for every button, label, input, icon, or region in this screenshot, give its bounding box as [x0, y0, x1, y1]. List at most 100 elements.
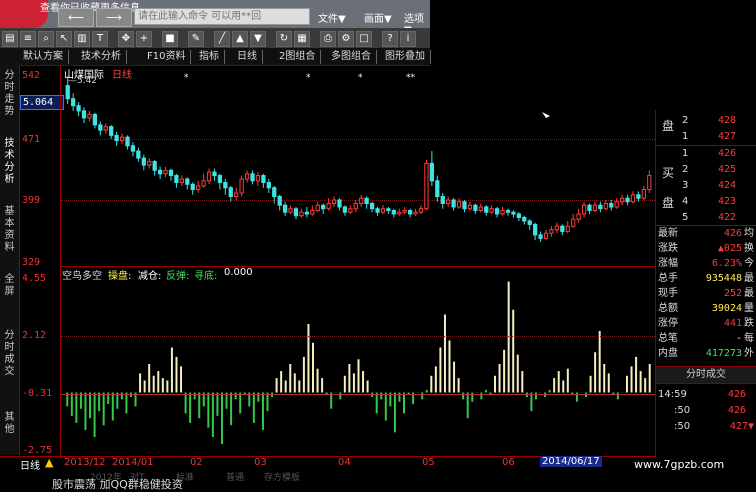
- candle-body: [630, 194, 636, 203]
- indicator-value: 0.000: [224, 267, 253, 278]
- candle-body: [446, 199, 451, 204]
- candle-body: [484, 206, 489, 213]
- quote-row-trades: 总笔 - 每: [658, 333, 754, 344]
- indicator-label-rebound: 反弹:: [166, 271, 190, 282]
- candle-body: [533, 223, 538, 236]
- buy-level-row[interactable]: 2 425: [658, 163, 754, 177]
- candle-body: [326, 202, 331, 210]
- candle-body: [310, 209, 315, 215]
- candle-body: [543, 232, 549, 239]
- candle-body: [261, 175, 266, 184]
- candle-body: [190, 183, 195, 191]
- candle-body: [255, 175, 261, 182]
- candle-body: [76, 105, 81, 112]
- candle-body: [375, 208, 380, 213]
- candle-body: [277, 196, 282, 206]
- candle-body: [217, 175, 223, 184]
- quote-row-change: 涨跌 ▲025 换: [658, 243, 754, 254]
- indicator-axis-label: 2.12: [22, 330, 47, 341]
- candle-body: [619, 197, 625, 203]
- indicator-label-reduce: 减仓:: [138, 271, 162, 282]
- candle-body: [299, 211, 304, 217]
- candle-body: [98, 124, 103, 131]
- candle-body: [494, 208, 500, 215]
- candle-body: [196, 185, 201, 191]
- kline-chart[interactable]: * * * **: [0, 0, 756, 487]
- candle-body: [244, 173, 250, 180]
- buy-level-row[interactable]: 1 426: [658, 147, 754, 161]
- candle-body: [527, 220, 532, 225]
- candle-body: [549, 229, 554, 234]
- candle-body: [500, 209, 505, 215]
- bottom-tab[interactable]: 存方模板: [264, 470, 300, 483]
- quote-row-inner: 内盘 417273 外: [658, 348, 754, 359]
- candle-body: [603, 202, 608, 210]
- time-label: 2013/12: [64, 457, 106, 468]
- candle-body: [337, 199, 342, 208]
- buy-level-row[interactable]: 3 424: [658, 179, 754, 193]
- news-ticker[interactable]: 股市震荡 加QQ群稳健投资: [52, 476, 183, 492]
- candle-body: [369, 202, 375, 210]
- candle-body: [418, 208, 424, 213]
- candle-body: [266, 182, 271, 189]
- grid-line: [61, 336, 655, 337]
- candle-body: [505, 209, 511, 213]
- quote-row-current-vol: 现手 252 最: [658, 288, 754, 299]
- indicator-label-trade: 操盘:: [108, 271, 132, 282]
- time-label: 02: [190, 457, 203, 468]
- candle-body: [136, 150, 141, 159]
- candle-body: [71, 98, 76, 107]
- tick-row: 14:59 426: [658, 389, 746, 400]
- candle-body: [239, 178, 244, 194]
- sell-level-row[interactable]: 1 427: [658, 130, 754, 144]
- candle-body: [168, 169, 174, 177]
- quote-row-volume: 总手 935448 最: [658, 273, 754, 284]
- candle-body: [511, 211, 516, 215]
- quote-row-amount: 总额 39024 量: [658, 303, 754, 314]
- candle-body: [451, 199, 456, 208]
- mouse-cursor-icon: [542, 112, 550, 118]
- candle-body: [272, 187, 277, 198]
- candle-body: [538, 234, 543, 239]
- candle-body: [413, 211, 418, 215]
- candle-body: [408, 209, 413, 215]
- bottom-tab[interactable]: 普通: [226, 470, 244, 483]
- candle-body: [152, 161, 157, 171]
- candle-body: [174, 175, 179, 184]
- candle-body: [130, 145, 136, 152]
- sell-level-row[interactable]: 2 428: [658, 114, 754, 128]
- candle-body: [315, 204, 320, 211]
- chart-marker: *: [358, 73, 363, 83]
- candle-body: [288, 208, 293, 213]
- time-label: 05: [422, 457, 435, 468]
- candle-body: [114, 134, 119, 142]
- buy-level-row[interactable]: 4 423: [658, 195, 754, 209]
- candle-body: [119, 136, 125, 142]
- candle-body: [467, 204, 473, 210]
- candle-body: [478, 206, 483, 211]
- candle-body: [609, 202, 614, 208]
- quote-row-pct: 涨幅 6.23% 今: [658, 258, 754, 269]
- quote-row-last: 最新 426 均: [658, 228, 754, 239]
- candle-body: [397, 211, 402, 215]
- candle-body: [163, 169, 168, 175]
- candle-body: [353, 202, 358, 210]
- crosshair-date: 2014/06/17: [540, 456, 602, 467]
- candle-body: [147, 161, 152, 166]
- candle-body: [359, 197, 364, 204]
- candle-body: [554, 225, 560, 231]
- candle-body: [250, 173, 255, 182]
- candle-body: [636, 194, 641, 199]
- candle-body: [592, 204, 598, 211]
- candle-body: [522, 216, 527, 222]
- candle-body: [402, 209, 407, 213]
- candle-body: [223, 182, 228, 189]
- time-label: 2014/01: [112, 457, 154, 468]
- indicator-axis-label: -0.31: [22, 388, 53, 399]
- candle-body: [348, 208, 353, 213]
- candle-body: [560, 225, 565, 232]
- candle-body: [571, 218, 576, 227]
- tick-detail-header[interactable]: 分时成交: [656, 366, 756, 384]
- indicator-axis-label: 4.55: [22, 273, 47, 284]
- buy-level-row[interactable]: 5 422: [658, 211, 754, 225]
